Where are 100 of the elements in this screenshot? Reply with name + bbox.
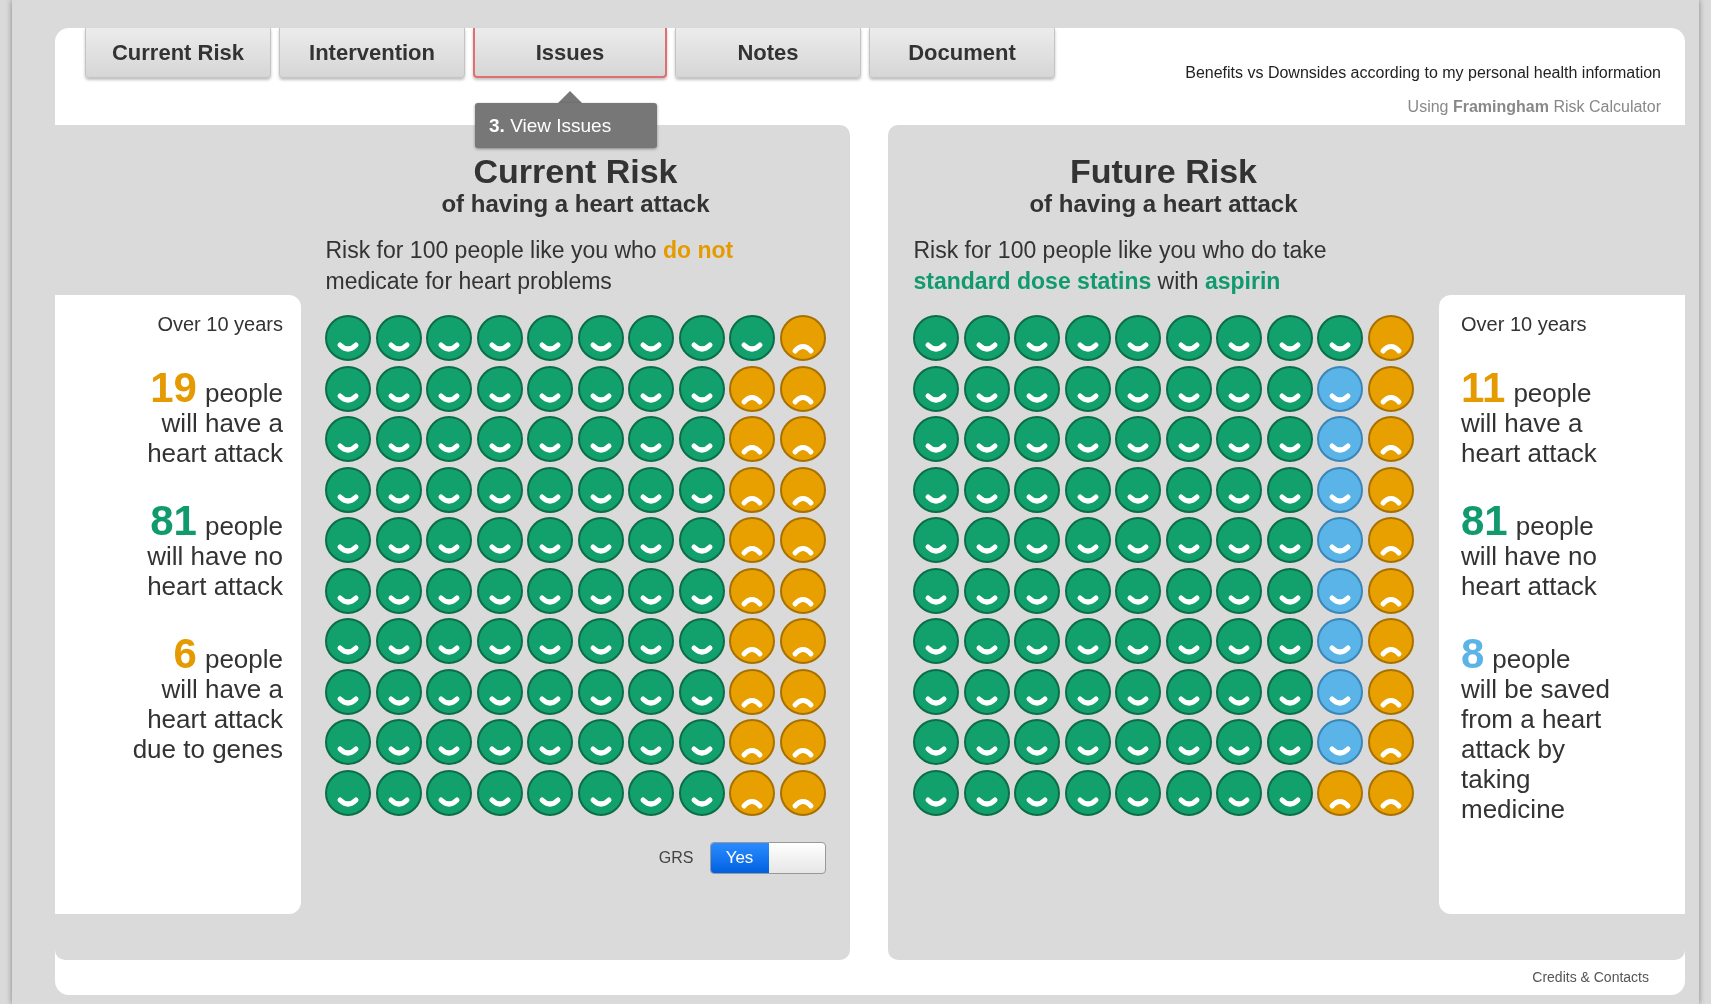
smiling-face-icon: [476, 567, 523, 614]
tab[interactable]: Document: [869, 28, 1055, 78]
panel-title: Current Risk: [473, 153, 678, 189]
smiling-face-icon: [1014, 769, 1061, 816]
smiling-face-icon: [577, 618, 624, 664]
smiling-face-icon: [1165, 719, 1212, 765]
frowning-face-icon: [1367, 769, 1414, 816]
frowning-face-icon: [729, 668, 776, 715]
smiling-face-icon: [577, 365, 624, 412]
smiling-face-icon: [1165, 466, 1212, 513]
smiling-face-icon: [628, 466, 675, 513]
frowning-face-icon: [779, 517, 826, 563]
smiling-face-icon: [577, 416, 624, 462]
smiling-face-icon: [913, 769, 960, 816]
tab[interactable]: Issues: [473, 28, 667, 78]
frowning-face-icon: [1367, 365, 1414, 412]
smiling-face-icon: [628, 315, 675, 361]
smiling-face-icon: [577, 315, 624, 361]
smiling-face-icon: [1115, 517, 1162, 563]
smiling-face-icon: [1064, 668, 1111, 715]
smiling-face-icon: [963, 466, 1010, 513]
tab[interactable]: Current Risk: [85, 28, 271, 78]
smiling-face-icon: [628, 668, 675, 715]
smiling-face-icon: [1165, 365, 1212, 412]
smiling-face-icon: [1014, 365, 1061, 412]
count-number: 11: [1461, 369, 1506, 407]
smiling-face-icon: [628, 719, 675, 765]
smiling-face-icon: [1216, 466, 1263, 513]
smiling-face-icon: [325, 365, 372, 412]
smiling-face-icon: [1064, 517, 1111, 563]
smiling-face-icon: [1115, 466, 1162, 513]
smiling-face-icon: [1165, 567, 1212, 614]
smiling-face-icon: [426, 567, 473, 614]
smiling-face-icon: [963, 719, 1010, 765]
smiling-face-icon: [1165, 315, 1212, 361]
smiling-face-icon: [375, 517, 422, 563]
smiling-face-icon: [1216, 567, 1263, 614]
count-number: 8: [1461, 635, 1485, 673]
smiling-face-icon: [678, 315, 725, 361]
count-description: will have no heart attack: [146, 541, 283, 601]
toggle-switch[interactable]: Yes: [709, 841, 826, 874]
count-number: 6: [173, 635, 197, 673]
credits-link[interactable]: Credits & Contacts: [1532, 967, 1649, 988]
smiling-face-icon: [527, 567, 574, 614]
frowning-face-icon: [779, 618, 826, 664]
smiling-face-icon: [1064, 618, 1111, 664]
count-unit: people: [1513, 378, 1592, 408]
smiling-face-icon: [678, 466, 725, 513]
smiling-face-icon: [476, 466, 523, 513]
smiling-face-icon: [1165, 517, 1212, 563]
frowning-face-icon: [779, 466, 826, 513]
smiling-face-icon: [678, 618, 725, 664]
smiling-face-icon: [913, 719, 960, 765]
smiling-face-icon: [476, 719, 523, 765]
tab[interactable]: Notes: [675, 28, 861, 78]
smiling-face-icon: [375, 466, 422, 513]
smiling-face-icon: [375, 315, 422, 361]
smiling-face-icon: [1216, 618, 1263, 664]
smiling-face-icon: [426, 618, 473, 664]
smiling-face-icon: [325, 769, 372, 816]
smiling-face-icon: [963, 567, 1010, 614]
smiling-face-icon: [476, 769, 523, 816]
smiling-face-icon: [1216, 517, 1263, 563]
frowning-face-icon: [1317, 769, 1364, 816]
smiling-face-icon: [1317, 517, 1364, 563]
count-number: 81: [1461, 502, 1508, 540]
smiling-face-icon: [375, 618, 422, 664]
smiling-face-icon: [375, 668, 422, 715]
frowning-face-icon: [1367, 466, 1414, 513]
smiling-face-icon: [729, 315, 776, 361]
smiling-face-icon: [527, 719, 574, 765]
smiling-face-icon: [375, 719, 422, 765]
smiling-face-icon: [1266, 719, 1313, 765]
smiling-face-icon: [527, 466, 574, 513]
count-description: will have a heart attack: [1461, 408, 1598, 468]
count-unit: people: [1515, 511, 1594, 541]
smiling-face-icon: [1216, 416, 1263, 462]
smiling-face-icon: [1014, 668, 1061, 715]
smiling-face-icon: [1266, 567, 1313, 614]
smiling-face-icon: [1266, 668, 1313, 715]
calculator-note: Using Framingham Risk Calculator: [1407, 97, 1661, 117]
smiling-face-icon: [1216, 719, 1263, 765]
smiling-face-icon: [1014, 719, 1061, 765]
smiling-face-icon: [1115, 719, 1162, 765]
frowning-face-icon: [729, 365, 776, 412]
smiling-face-icon: [1266, 517, 1313, 563]
smiling-face-icon: [325, 719, 372, 765]
smiling-face-icon: [1216, 365, 1263, 412]
smiling-face-icon: [628, 365, 675, 412]
smiling-face-icon: [1266, 769, 1313, 816]
smiling-face-icon: [913, 416, 960, 462]
smiling-face-icon: [1115, 618, 1162, 664]
smiling-face-icon: [913, 668, 960, 715]
smiling-face-icon: [1064, 416, 1111, 462]
frowning-face-icon: [1367, 719, 1414, 765]
smiling-face-icon: [913, 466, 960, 513]
tab[interactable]: Intervention: [279, 28, 465, 78]
frowning-face-icon: [729, 769, 776, 816]
smiling-face-icon: [476, 668, 523, 715]
smiling-face-icon: [628, 618, 675, 664]
